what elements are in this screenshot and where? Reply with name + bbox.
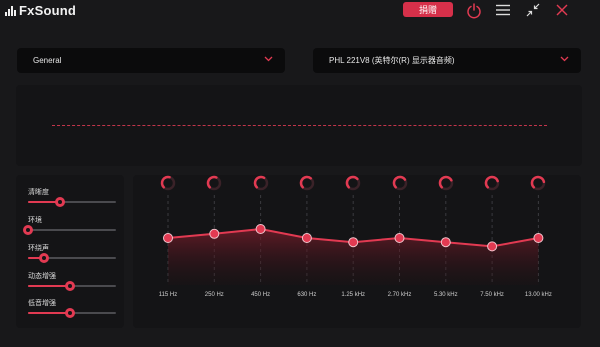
eq-freq-label: 1.25 kHz	[341, 292, 366, 298]
effects-panel: 清晰度 环境 环绕声 动态增强 低音增强	[16, 175, 124, 328]
slider-knob[interactable]	[54, 197, 65, 207]
logo-bars-icon	[5, 5, 16, 16]
eq-freq-label: 630 Hz	[297, 292, 317, 298]
hamburger-menu-icon[interactable]	[496, 4, 510, 16]
close-icon[interactable]	[556, 4, 568, 16]
effect-label-clarity: 清晰度	[28, 189, 49, 196]
eq-freq-label: 5.30 kHz	[433, 292, 458, 298]
equalizer-graph	[163, 195, 544, 285]
slider-knob[interactable]	[65, 281, 76, 291]
effect-label-dynamic-boost: 动态增强	[28, 273, 56, 280]
effect-label-ambience: 环境	[28, 217, 42, 224]
effect-label-surround: 环绕声	[28, 245, 49, 252]
eq-freq-label: 115 Hz	[158, 292, 178, 298]
sponsor-button[interactable]: 捐赠	[403, 2, 453, 17]
eq-band-handle[interactable]	[255, 224, 266, 234]
app-logo: FxSound	[5, 3, 76, 18]
eq-freq-label: 2.70 kHz	[387, 292, 412, 298]
eq-band-handle[interactable]	[394, 233, 405, 243]
eq-freq-label: 7.50 kHz	[480, 292, 504, 298]
eq-band-handle[interactable]	[440, 237, 451, 248]
preset-value: General	[33, 56, 62, 65]
eq-frequency-knob[interactable]	[392, 175, 408, 191]
surround-slider[interactable]	[28, 253, 116, 263]
bass-boost-slider[interactable]	[28, 308, 116, 318]
eq-frequency-knob[interactable]	[299, 175, 315, 191]
slider-knob[interactable]	[38, 253, 49, 263]
preset-dropdown[interactable]: General	[17, 48, 285, 73]
equalizer-panel: 115 Hz 250 Hz 450 Hz 630 Hz 1.25 kHz 2.70 kHz…	[133, 175, 581, 328]
clarity-slider[interactable]	[28, 197, 116, 207]
eq-frequency-knob[interactable]	[530, 175, 546, 191]
effect-label-bass-boost: 低音增强	[28, 300, 56, 307]
slider-fill	[28, 312, 71, 314]
eq-band-handle[interactable]	[209, 228, 220, 239]
eq-band-handle[interactable]	[487, 241, 498, 252]
eq-freq-label: 250 Hz	[204, 292, 224, 298]
eq-band-handle[interactable]	[348, 237, 359, 248]
output-device-value: PHL 221V8 (英特尔(R) 显示器音频)	[329, 56, 455, 65]
power-icon[interactable]	[465, 2, 483, 20]
eq-band-handle[interactable]	[301, 233, 312, 243]
ambience-slider[interactable]	[23, 225, 116, 235]
slider-knob[interactable]	[23, 225, 33, 235]
audio-visualizer	[16, 85, 582, 166]
slider-fill	[28, 285, 71, 287]
eq-freq-label: 13.00 kHz	[524, 292, 552, 298]
dynamic-boost-slider[interactable]	[28, 281, 116, 291]
eq-frequency-knob[interactable]	[253, 175, 269, 191]
eq-frequency-knob[interactable]	[206, 175, 222, 191]
visualizer-baseline	[52, 125, 547, 126]
chevron-down-icon	[560, 56, 569, 62]
eq-band-handle[interactable]	[533, 233, 544, 243]
eq-band-handle[interactable]	[163, 233, 173, 243]
collapse-arrows-icon[interactable]	[526, 3, 540, 17]
title-bar: FxSound 捐赠	[0, 0, 600, 22]
eq-frequency-knob[interactable]	[484, 175, 500, 191]
app-title: FxSound	[19, 3, 77, 18]
output-device-dropdown[interactable]: PHL 221V8 (英特尔(R) 显示器音频)	[313, 48, 581, 73]
eq-frequency-knob[interactable]	[160, 175, 176, 191]
eq-frequency-knob[interactable]	[438, 175, 454, 191]
slider-knob[interactable]	[65, 308, 76, 318]
chevron-down-icon	[264, 56, 273, 62]
eq-frequency-knob[interactable]	[345, 175, 361, 191]
eq-freq-label: 450 Hz	[251, 292, 271, 298]
